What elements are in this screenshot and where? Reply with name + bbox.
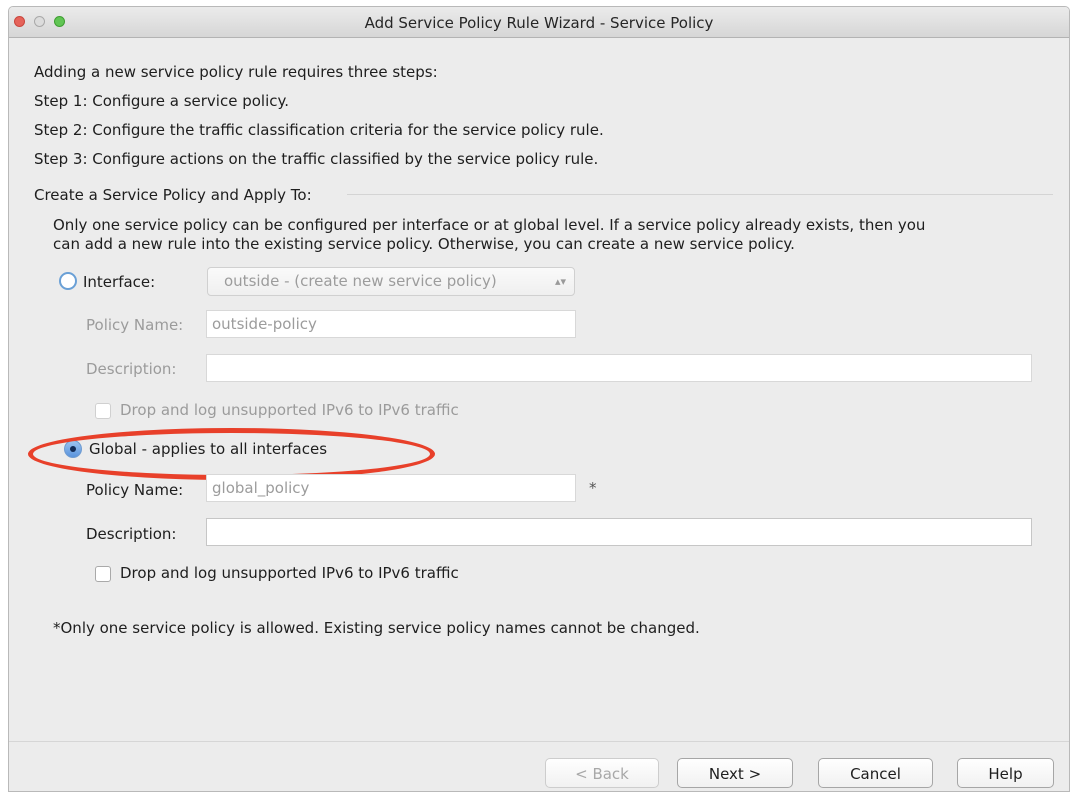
- global-policy-name-label: Policy Name:: [86, 481, 184, 499]
- intro-step-3: Step 3: Configure actions on the traffic…: [34, 150, 599, 168]
- global-drop-ipv6-label: Drop and log unsupported IPv6 to IPv6 tr…: [120, 564, 459, 582]
- next-button[interactable]: Next >: [677, 758, 793, 788]
- intro-heading: Adding a new service policy rule require…: [34, 63, 438, 81]
- global-drop-ipv6-checkbox[interactable]: [95, 566, 111, 582]
- global-policy-name-input[interactable]: [206, 474, 576, 502]
- interface-select[interactable]: outside - (create new service policy) ▴▾: [207, 267, 575, 296]
- global-description-input[interactable]: [206, 518, 1032, 546]
- interface-description-input[interactable]: [206, 354, 1032, 382]
- title-bar: Add Service Policy Rule Wizard - Service…: [9, 7, 1069, 38]
- interface-radio[interactable]: [59, 272, 77, 290]
- section-title: Create a Service Policy and Apply To:: [34, 186, 312, 204]
- intro-step-2: Step 2: Configure the traffic classifica…: [34, 121, 604, 139]
- interface-select-value: outside - (create new service policy): [224, 272, 497, 290]
- section-note-line-2: can add a new rule into the existing ser…: [53, 235, 795, 253]
- section-divider: [347, 194, 1053, 195]
- interface-policy-name-input[interactable]: [206, 310, 576, 338]
- button-bar-divider: [9, 741, 1069, 742]
- cancel-button[interactable]: Cancel: [818, 758, 933, 788]
- required-asterisk: *: [589, 479, 597, 497]
- interface-radio-label: Interface:: [83, 273, 156, 291]
- interface-policy-name-label: Policy Name:: [86, 316, 184, 334]
- select-arrows-icon: ▴▾: [554, 275, 566, 288]
- interface-drop-ipv6-checkbox[interactable]: [95, 403, 111, 419]
- intro-step-1: Step 1: Configure a service policy.: [34, 92, 289, 110]
- back-button[interactable]: < Back: [545, 758, 659, 788]
- wizard-window: Add Service Policy Rule Wizard - Service…: [8, 6, 1070, 792]
- footnote: *Only one service policy is allowed. Exi…: [53, 619, 700, 637]
- interface-description-label: Description:: [86, 360, 177, 378]
- highlight-ellipse: [28, 428, 435, 480]
- interface-drop-ipv6-label: Drop and log unsupported IPv6 to IPv6 tr…: [120, 401, 459, 419]
- section-note-line-1: Only one service policy can be configure…: [53, 216, 926, 234]
- window-title: Add Service Policy Rule Wizard - Service…: [364, 14, 714, 32]
- help-button[interactable]: Help: [957, 758, 1054, 788]
- global-description-label: Description:: [86, 525, 177, 543]
